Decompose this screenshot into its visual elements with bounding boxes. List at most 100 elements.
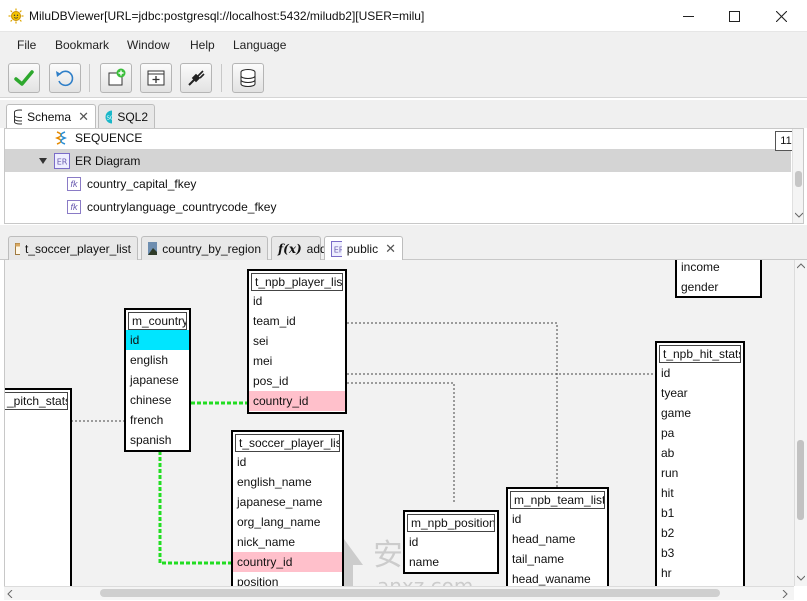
column-row[interactable]: b1 (657, 503, 743, 523)
scroll-down-icon[interactable] (797, 575, 805, 581)
tab-sql2[interactable]: SQL SQL2 (98, 104, 155, 128)
column-row[interactable]: b3 (657, 543, 743, 563)
tab-country-by-region[interactable]: country_by_region (141, 236, 268, 260)
connect-button[interactable] (180, 63, 212, 93)
new-tab-icon (147, 70, 165, 86)
er-diagram-canvas[interactable]: 安下载 anxz.com _pitch_stats m_country id e… (4, 260, 794, 586)
column-row[interactable]: mei (249, 351, 345, 371)
tab-public[interactable]: ER public ✕ (324, 236, 403, 260)
er-table-m-country[interactable]: m_country id english japanese chinese fr… (124, 308, 191, 452)
column-row[interactable]: japanese_name (233, 492, 342, 512)
tree-item-sequence[interactable]: SEQUENCE (5, 129, 791, 149)
menu-help[interactable]: Help (190, 38, 215, 52)
column-row[interactable]: b2 (657, 523, 743, 543)
sequence-icon (55, 130, 67, 145)
column-row[interactable]: tail_name (508, 549, 607, 569)
column-row[interactable]: run (657, 463, 743, 483)
tree-item-er-diagram[interactable]: ER ER Diagram (5, 149, 791, 172)
close-tab-icon[interactable]: ✕ (385, 241, 396, 257)
scroll-right-icon[interactable] (782, 590, 788, 598)
er-table-t-npb-hit-stats[interactable]: t_npb_hit_stats id tyear game pa ab run … (655, 341, 745, 586)
vertical-scroll-thumb[interactable] (797, 440, 804, 520)
scroll-down-icon[interactable] (795, 211, 803, 219)
column-row[interactable]: pos_id (249, 371, 345, 391)
maximize-icon (728, 10, 740, 22)
new-tab-button[interactable] (140, 63, 172, 93)
er-table-t-npb-player-list[interactable]: t_npb_player_list id team_id sei mei pos… (247, 269, 347, 414)
column-row[interactable]: french (126, 410, 189, 430)
column-row[interactable]: position (233, 572, 342, 586)
er-table-t-soccer-player-list[interactable]: t_soccer_player_list id english_name jap… (231, 430, 344, 586)
scroll-up-icon[interactable] (797, 263, 805, 269)
tree-item-fkey[interactable]: fk countrylanguage_countrycode_fkey (5, 195, 791, 218)
er-table-partial[interactable]: income gender (675, 260, 762, 298)
tree-scroll-thumb[interactable] (795, 171, 802, 187)
rollback-icon (56, 70, 74, 87)
column-row[interactable]: hit (657, 483, 743, 503)
rollback-button[interactable] (49, 63, 81, 93)
tab-schema[interactable]: Schema ✕ (6, 104, 96, 128)
column-row[interactable]: team_id (249, 311, 345, 331)
tree-item-fkey[interactable]: fk country_capital_fkey (5, 172, 791, 195)
column-row[interactable]: sei (249, 331, 345, 351)
tab-label: public (346, 241, 379, 256)
new-window-button[interactable] (100, 63, 132, 93)
column-row[interactable]: income (677, 260, 760, 277)
column-row[interactable]: gender (677, 277, 760, 297)
toolbar (0, 58, 807, 98)
table-name: _pitch_stats (5, 392, 68, 410)
table-name: t_npb_hit_stats (659, 345, 741, 363)
minimize-button[interactable] (665, 0, 711, 32)
column-row[interactable]: chinese (126, 390, 189, 410)
column-row[interactable]: id (508, 509, 607, 529)
expand-arrow-icon[interactable] (38, 156, 48, 166)
er-table-m-npb-team-list[interactable]: m_npb_team_list id head_name tail_name h… (506, 487, 609, 586)
close-button[interactable] (758, 0, 804, 32)
er-table-pitch-stats[interactable]: _pitch_stats (5, 388, 72, 586)
column-row[interactable]: tyear (657, 383, 743, 403)
menu-language[interactable]: Language (233, 38, 286, 52)
column-row[interactable]: id (249, 291, 345, 311)
panel-splitter[interactable] (0, 225, 807, 233)
column-row[interactable]: spanish (126, 430, 189, 450)
column-row[interactable]: ab (657, 443, 743, 463)
column-row[interactable]: hr (657, 563, 743, 583)
connect-icon (188, 70, 205, 86)
commit-button[interactable] (8, 63, 40, 93)
column-row[interactable]: english_name (233, 472, 342, 492)
column-row[interactable]: pa (657, 423, 743, 443)
tab-add[interactable]: f(x) add (271, 236, 327, 260)
table-icon (15, 242, 20, 255)
column-row[interactable]: name (405, 552, 497, 572)
menu-bookmark[interactable]: Bookmark (55, 38, 109, 52)
column-row[interactable]: game (657, 403, 743, 423)
new-window-icon (108, 68, 126, 86)
column-row[interactable]: org_lang_name (233, 512, 342, 532)
column-row[interactable]: country_id (233, 552, 342, 572)
horizontal-scroll-thumb[interactable] (100, 589, 720, 597)
column-row[interactable]: id (233, 452, 342, 472)
close-tab-icon[interactable]: ✕ (78, 109, 89, 125)
er-icon: ER (54, 152, 70, 169)
column-row[interactable]: japanese (126, 370, 189, 390)
diagram-vertical-scrollbar[interactable] (794, 260, 807, 586)
column-row[interactable]: english (126, 350, 189, 370)
scroll-left-icon[interactable] (7, 590, 13, 598)
tab-t-soccer-player-list[interactable]: t_soccer_player_list (8, 236, 138, 260)
toolbar-separator (221, 64, 222, 92)
menu-window[interactable]: Window (127, 38, 170, 52)
tab-sql2-label: SQL2 (117, 109, 148, 124)
maximize-button[interactable] (711, 0, 757, 32)
database-button[interactable] (232, 63, 264, 93)
column-row[interactable]: id (405, 532, 497, 552)
column-row[interactable]: country_id (249, 391, 345, 411)
column-row[interactable]: nick_name (233, 532, 342, 552)
relation-line-country-soccer (158, 451, 233, 565)
tree-scrollbar[interactable] (792, 129, 803, 223)
column-row[interactable]: id (126, 330, 189, 350)
er-table-m-npb-position[interactable]: m_npb_position id name (403, 510, 499, 574)
column-row[interactable]: head_name (508, 529, 607, 549)
column-row[interactable]: head_waname (508, 569, 607, 586)
column-row[interactable]: id (657, 363, 743, 383)
menu-file[interactable]: File (17, 38, 36, 52)
